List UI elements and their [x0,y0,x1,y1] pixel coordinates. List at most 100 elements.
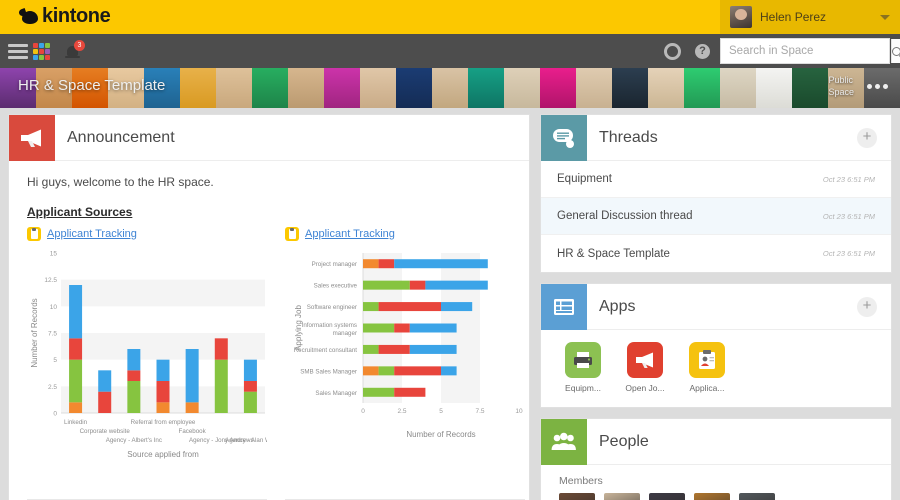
space-title: HR & Space Template [18,77,166,94]
announcement-title: Announcement [67,128,175,146]
apps-card: Apps + Equipm... Open Jo... Applica... [540,283,892,408]
brand-name: kintone [42,5,111,27]
svg-text:Project manager: Project manager [312,261,357,268]
thread-timestamp: Oct 23 6:51 PM [822,249,875,258]
apps-title: Apps [599,297,636,315]
kintone-space-page: kintone Helen Perez 3 ? Search in Space … [0,0,900,500]
app-label: Open Jo... [625,383,665,393]
svg-text:Linkedin: Linkedin [64,419,88,426]
app-item[interactable]: Open Jo... [621,342,669,393]
hamburger-menu-icon[interactable] [8,44,28,62]
threads-chat-icon [541,114,587,161]
chart-link-label-2: Applicant Tracking [305,228,395,240]
member[interactable]: Gen Yeh... [739,493,775,500]
thread-name: General Discussion thread [557,210,693,222]
thread-row[interactable]: HR & Space Template Oct 23 6:51 PM [541,235,891,272]
printer-icon [565,342,601,378]
avatar [739,493,775,500]
threads-card: Threads + Equipment Oct 23 6:51 PM General… [540,114,892,273]
svg-text:Applying Job: Applying Job [294,305,303,351]
svg-text:Agency - Albert's Inc: Agency - Albert's Inc [106,437,162,444]
chart2-svg: 0 2.5 5 7.5 10 Project manager Sales executive… [294,253,523,439]
svg-text:10: 10 [515,408,523,415]
svg-text:Referral from employee: Referral from employee [131,419,196,426]
applicant-tracking-link-1[interactable]: Applicant Tracking [27,227,267,241]
left-column: Announcement Hi guys, welcome to the HR … [8,114,530,500]
app-item[interactable]: Equipm... [559,342,607,393]
announcement-greeting: Hi guys, welcome to the HR space. [27,175,214,189]
charts-row: Applicant Tracking 0 2.5 5 7.5 10 12.5 15 Linke… [27,227,525,500]
search-icon [892,46,900,56]
people-header: People [541,418,891,465]
brand-bar: kintone Helen Perez [0,0,900,34]
space-visibility-line2: Space [828,87,854,97]
space-visibility-label[interactable]: Public Space [828,74,854,98]
space-visibility-line1: Public [828,75,853,85]
svg-text:7.5: 7.5 [48,331,57,338]
member[interactable]: Helen P... [649,493,685,500]
app-clipboard-icon [27,227,41,241]
avatar [649,493,685,500]
vertical-stacked-bar-chart: 0 2.5 5 7.5 10 12.5 15 Linkedin Referral from em… [27,245,267,495]
threads-title: Threads [599,128,658,146]
notifications-button[interactable]: 3 [64,40,85,62]
user-name: Helen Perez [760,10,827,24]
members-label: Members [559,475,603,487]
svg-text:2.5: 2.5 [48,384,57,391]
clipboard-icon [689,342,725,378]
member[interactable]: Carol B... [694,493,730,500]
threads-list: Equipment Oct 23 6:51 PM General Discussio… [541,161,891,272]
horizontal-stacked-bar-chart: 0 2.5 5 7.5 10 Project manager Sales executive… [285,245,525,495]
announcement-header: Announcement [9,114,529,161]
svg-text:Sales Manager: Sales Manager [315,390,357,397]
space-banner: HR & Space Template Public Space [0,68,900,108]
people-title: People [599,432,649,450]
svg-text:12.5: 12.5 [44,277,57,284]
svg-text:7.5: 7.5 [475,408,484,415]
apps-list-icon [541,283,587,330]
thread-timestamp: Oct 23 6:51 PM [822,211,875,221]
help-icon[interactable]: ? [695,43,710,59]
thread-row[interactable]: Equipment Oct 23 6:51 PM [541,161,891,198]
svg-text:Corporate website: Corporate website [80,428,131,435]
add-app-button[interactable]: + [857,296,877,317]
app-label: Applica... [689,383,725,393]
announcement-section-heading: Applicant Sources [27,205,133,219]
threads-header: Threads + [541,114,891,161]
user-menu[interactable]: Helen Perez [720,0,900,34]
svg-text:SMB Sales Manager: SMB Sales Manager [300,368,357,375]
svg-text:Software engineer: Software engineer [307,304,357,311]
app-item[interactable]: Applica... [683,342,731,393]
svg-text:Source applied from: Source applied from [127,450,199,459]
member[interactable]: Paul Jac... [559,493,595,500]
applicant-tracking-link-2[interactable]: Applicant Tracking [285,227,525,241]
svg-text:Agency - Alan W...: Agency - Alan W... [225,437,267,444]
search-box [720,38,900,64]
member[interactable]: Mark W... [604,493,640,500]
search-button[interactable] [891,39,900,63]
megaphone-icon [9,114,55,161]
search-input[interactable] [721,39,891,63]
apps-grid-icon[interactable] [33,43,50,60]
svg-text:Facebook: Facebook [179,428,207,435]
kintone-logo[interactable]: kintone [22,5,111,28]
announcement-card: Announcement Hi guys, welcome to the HR … [8,114,530,500]
thread-timestamp: Oct 23 6:51 PM [822,174,875,184]
add-thread-button[interactable]: + [857,127,877,148]
svg-text:5: 5 [439,408,443,415]
user-avatar [730,6,752,28]
svg-text:Recruitment consultant: Recruitment consultant [294,347,358,354]
kintone-logo-icon [22,11,38,24]
svg-text:0: 0 [53,411,57,418]
avatar [559,493,595,500]
chevron-down-icon [880,14,890,20]
notification-badge: 3 [74,40,85,51]
avatar [604,493,640,500]
thread-row[interactable]: General Discussion thread Oct 23 6:51 PM [541,198,891,235]
gear-icon[interactable] [664,42,681,60]
avatar [694,493,730,500]
more-options-icon[interactable] [867,84,888,89]
people-group-icon [541,418,587,465]
chart-link-label-1: Applicant Tracking [47,228,137,240]
thread-name: HR & Space Template [557,247,670,260]
